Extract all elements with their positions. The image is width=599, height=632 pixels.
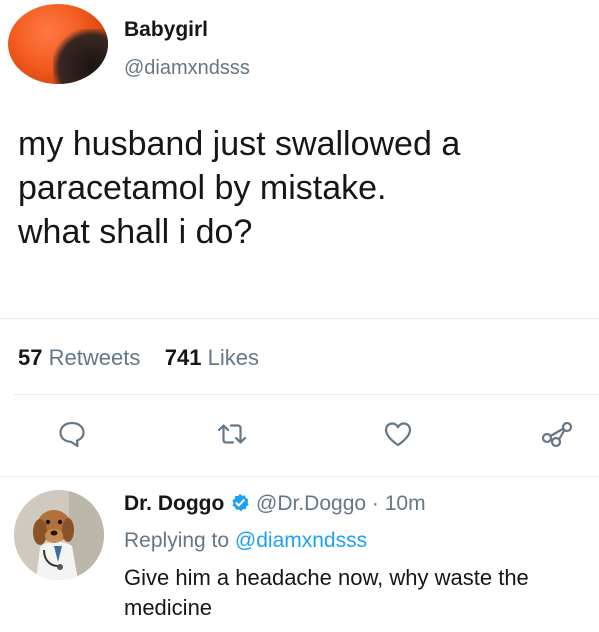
meta-separator: · <box>371 492 379 515</box>
dog-doctor-image <box>14 490 104 580</box>
likes-stat[interactable]: 741 Likes <box>165 345 259 370</box>
tweet-text-line: what shall i do? <box>18 213 253 251</box>
tweet-text-line: my husband just swallowed a <box>18 125 461 163</box>
reply-button[interactable] <box>52 416 92 452</box>
divider <box>14 394 599 395</box>
reply-text: Give him a headache now, why waste the m… <box>124 565 529 620</box>
heart-icon <box>384 422 412 447</box>
avatar-shadow <box>53 29 108 84</box>
retweets-label: Retweets <box>48 345 141 370</box>
tweet-stats: 57 Retweets 741 Likes <box>18 345 259 371</box>
likes-label: Likes <box>207 345 259 370</box>
retweet-icon <box>217 424 247 444</box>
reply-author-avatar[interactable] <box>14 490 104 580</box>
retweets-stat[interactable]: 57 Retweets <box>18 345 140 370</box>
verified-badge-icon <box>232 494 249 512</box>
author-handle[interactable]: @diamxndsss <box>124 57 250 80</box>
reply-author-handle[interactable]: @Dr.Doggo <box>256 492 366 515</box>
share-button[interactable] <box>537 416 577 452</box>
divider <box>0 318 599 319</box>
share-icon <box>541 421 573 448</box>
reply-header: Dr. Doggo @Dr.Doggo · 10m <box>124 492 426 516</box>
retweet-button[interactable] <box>212 416 252 452</box>
replying-to-handle-link[interactable]: @diamxndsss <box>235 529 367 552</box>
tweet-text-line: paracetamol by mistake. <box>18 169 387 207</box>
speech-bubble-icon <box>59 421 85 448</box>
reply-timestamp[interactable]: 10m <box>385 492 426 515</box>
author-display-name[interactable]: Babygirl <box>124 18 208 42</box>
like-button[interactable] <box>378 416 418 452</box>
reply-author-name[interactable]: Dr. Doggo <box>124 492 224 515</box>
divider <box>0 476 599 477</box>
author-avatar[interactable] <box>8 4 108 84</box>
likes-count: 741 <box>164 345 202 370</box>
replying-to: Replying to @diamxndsss <box>124 529 367 553</box>
retweets-count: 57 <box>18 345 43 370</box>
tweet-text: my husband just swallowed a paracetamol … <box>18 122 588 254</box>
replying-to-label: Replying to <box>124 529 230 552</box>
